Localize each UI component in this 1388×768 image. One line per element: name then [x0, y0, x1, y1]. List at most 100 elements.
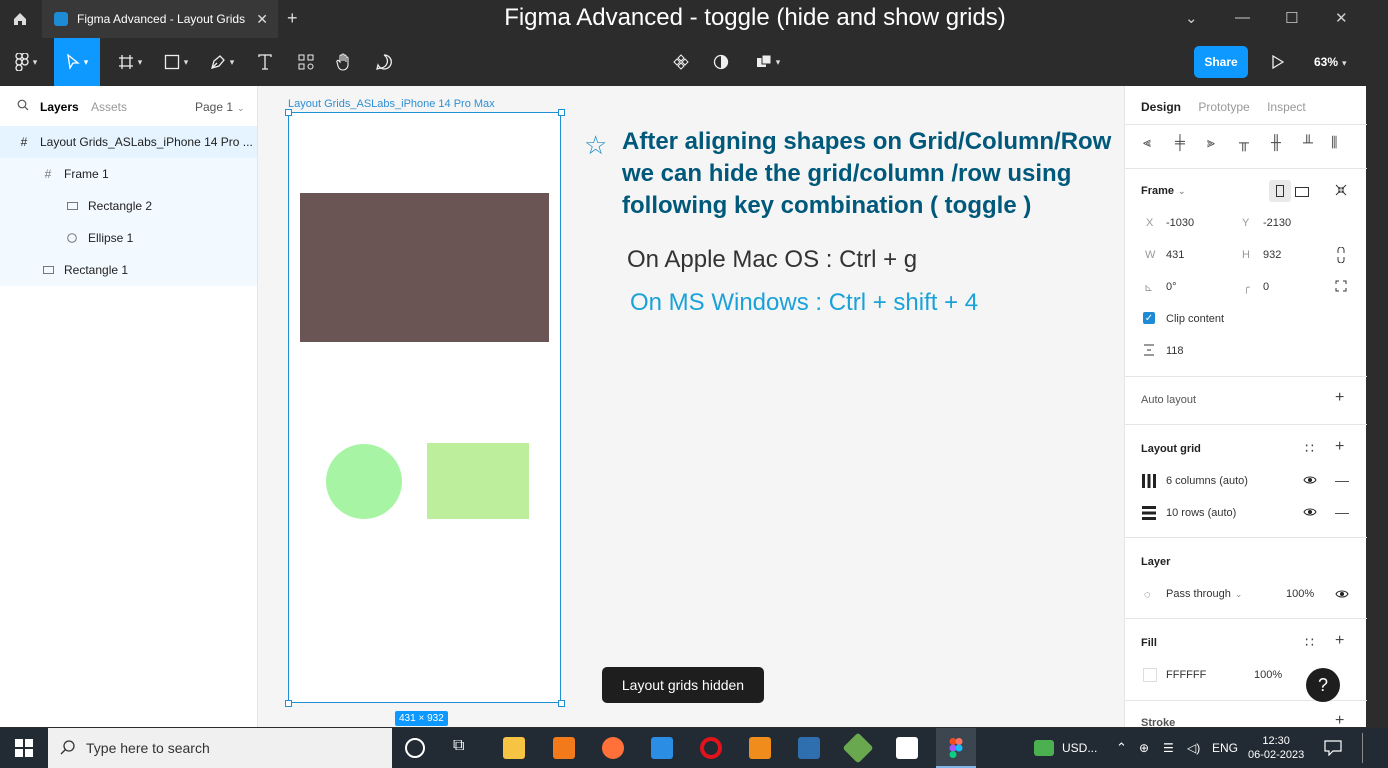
- constrain-proportions-icon[interactable]: [1337, 246, 1345, 265]
- rectangle-2-shape[interactable]: [300, 193, 549, 342]
- cortana-icon[interactable]: [405, 738, 425, 758]
- clock[interactable]: 12:30 06-02-2023: [1248, 728, 1304, 768]
- add-fill-icon[interactable]: +: [1335, 633, 1344, 649]
- mask-icon[interactable]: [708, 38, 734, 86]
- add-auto-layout-icon[interactable]: +: [1335, 390, 1344, 406]
- width-field[interactable]: 431: [1166, 249, 1184, 261]
- page-selector[interactable]: Page 1 ⌄: [195, 100, 245, 114]
- chevron-up-icon[interactable]: ⌃: [1116, 728, 1127, 768]
- tab-design[interactable]: Design: [1141, 100, 1181, 114]
- git-icon[interactable]: [842, 732, 874, 764]
- notifications-icon[interactable]: [1324, 728, 1342, 768]
- close-tab-icon[interactable]: ✕: [256, 11, 268, 28]
- home-icon[interactable]: [0, 0, 40, 38]
- opera-icon[interactable]: [700, 737, 722, 759]
- layer-item-main-frame[interactable]: # Layout Grids_ASLabs_iPhone 14 Pro ...: [0, 126, 257, 158]
- remove-grid-icon[interactable]: —: [1335, 473, 1349, 487]
- frame-section-title[interactable]: Frame ⌄: [1141, 185, 1186, 197]
- taskbar-search-input[interactable]: Type here to search: [48, 728, 392, 768]
- shape-tool-icon[interactable]: ▾: [156, 38, 196, 86]
- resize-handle[interactable]: [558, 109, 565, 116]
- canvas[interactable]: Layout Grids_ASLabs_iPhone 14 Pro Max 43…: [258, 86, 1124, 727]
- landscape-icon[interactable]: [1295, 185, 1309, 199]
- corner-radius-field[interactable]: 0: [1263, 281, 1269, 293]
- add-grid-icon[interactable]: +: [1335, 439, 1344, 455]
- resources-icon[interactable]: [292, 38, 320, 86]
- pen-tool-icon[interactable]: ▾: [202, 38, 242, 86]
- figma-taskbar-icon[interactable]: [936, 728, 976, 768]
- currency-widget[interactable]: USD...: [1062, 728, 1097, 768]
- columns-grid-label[interactable]: 6 columns (auto): [1166, 475, 1248, 487]
- align-bottom-icon[interactable]: ╨: [1303, 135, 1313, 149]
- tab-inspect[interactable]: Inspect: [1267, 100, 1306, 114]
- text-tool-icon[interactable]: [252, 38, 278, 86]
- calendar-app-icon[interactable]: [896, 737, 918, 759]
- rectangle-1-shape[interactable]: [427, 443, 529, 519]
- eye-icon[interactable]: [1335, 587, 1349, 601]
- fill-styles-icon[interactable]: ∷: [1305, 635, 1314, 649]
- blend-mode-select[interactable]: Pass through ⌄: [1166, 588, 1242, 600]
- align-horizontal-center-icon[interactable]: ╪: [1175, 135, 1185, 149]
- height-field[interactable]: 932: [1263, 249, 1281, 261]
- distribute-icon[interactable]: ⫼: [1331, 135, 1337, 149]
- x-field[interactable]: -1030: [1166, 217, 1194, 229]
- show-desktop-divider[interactable]: [1362, 733, 1363, 763]
- eye-icon[interactable]: [1303, 505, 1317, 519]
- fill-hex-field[interactable]: FFFFFF: [1166, 669, 1206, 681]
- independent-corners-icon[interactable]: [1335, 280, 1347, 294]
- frame-tool-icon[interactable]: ▾: [110, 38, 150, 86]
- present-icon[interactable]: [1266, 38, 1290, 86]
- close-window-icon[interactable]: ✕: [1335, 9, 1348, 27]
- new-tab-icon[interactable]: +: [287, 8, 298, 29]
- help-button[interactable]: ?: [1306, 668, 1340, 702]
- hand-tool-icon[interactable]: [330, 38, 358, 86]
- add-stroke-icon[interactable]: +: [1335, 713, 1344, 729]
- move-tool-icon[interactable]: ▾: [54, 38, 100, 86]
- spacing-field[interactable]: 118: [1166, 345, 1184, 357]
- network-globe-icon[interactable]: ⊕: [1139, 728, 1149, 768]
- align-right-icon[interactable]: ⫸: [1207, 135, 1215, 149]
- resize-handle[interactable]: [285, 700, 292, 707]
- resize-handle[interactable]: [285, 109, 292, 116]
- figma-menu-icon[interactable]: ▾: [8, 38, 44, 86]
- file-explorer-icon[interactable]: [503, 737, 525, 759]
- rotation-field[interactable]: 0°: [1166, 281, 1177, 293]
- resize-to-fit-icon[interactable]: [1335, 184, 1347, 198]
- align-vertical-center-icon[interactable]: ╫: [1271, 135, 1281, 149]
- task-view-icon[interactable]: ⧉: [453, 737, 475, 759]
- eye-icon[interactable]: [1303, 473, 1317, 487]
- layer-item-rectangle-1[interactable]: Rectangle 1: [0, 254, 257, 286]
- align-top-icon[interactable]: ╥: [1239, 135, 1249, 149]
- fill-swatch[interactable]: [1143, 668, 1157, 682]
- frame-label[interactable]: Layout Grids_ASLabs_iPhone 14 Pro Max: [288, 98, 495, 110]
- minimize-icon[interactable]: —: [1235, 9, 1250, 26]
- grid-styles-icon[interactable]: ∷: [1305, 441, 1314, 455]
- rows-grid-label[interactable]: 10 rows (auto): [1166, 507, 1236, 519]
- currency-widget-icon[interactable]: [1034, 740, 1054, 756]
- fill-opacity-field[interactable]: 100%: [1254, 669, 1282, 681]
- rows-grid-icon[interactable]: [1142, 506, 1156, 522]
- vscode-icon[interactable]: [651, 737, 673, 759]
- comment-tool-icon[interactable]: [370, 38, 398, 86]
- clip-content-checkbox[interactable]: ✓: [1143, 312, 1155, 324]
- wifi-icon[interactable]: ☰: [1163, 728, 1174, 768]
- firefox-icon[interactable]: [602, 737, 624, 759]
- components-icon[interactable]: [668, 38, 694, 86]
- mysql-workbench-icon[interactable]: [798, 737, 820, 759]
- layer-opacity-field[interactable]: 100%: [1286, 588, 1314, 600]
- file-tab[interactable]: Figma Advanced - Layout Grids ✕: [42, 0, 278, 38]
- layer-item-frame-1[interactable]: # Frame 1: [0, 158, 257, 190]
- chevron-down-icon[interactable]: ⌄: [1185, 9, 1198, 27]
- xampp-icon[interactable]: [749, 737, 771, 759]
- layer-item-ellipse-1[interactable]: Ellipse 1: [0, 222, 257, 254]
- ellipse-1-shape[interactable]: [326, 444, 402, 519]
- tab-layers[interactable]: Layers: [40, 100, 79, 114]
- remove-grid-icon[interactable]: —: [1335, 505, 1349, 519]
- portrait-icon[interactable]: [1269, 180, 1291, 202]
- y-field[interactable]: -2130: [1263, 217, 1291, 229]
- tab-prototype[interactable]: Prototype: [1198, 100, 1249, 114]
- columns-grid-icon[interactable]: [1142, 474, 1156, 490]
- windows-start-icon[interactable]: [0, 728, 48, 768]
- layer-item-rectangle-2[interactable]: Rectangle 2: [0, 190, 257, 222]
- boolean-icon[interactable]: ▾: [748, 38, 788, 86]
